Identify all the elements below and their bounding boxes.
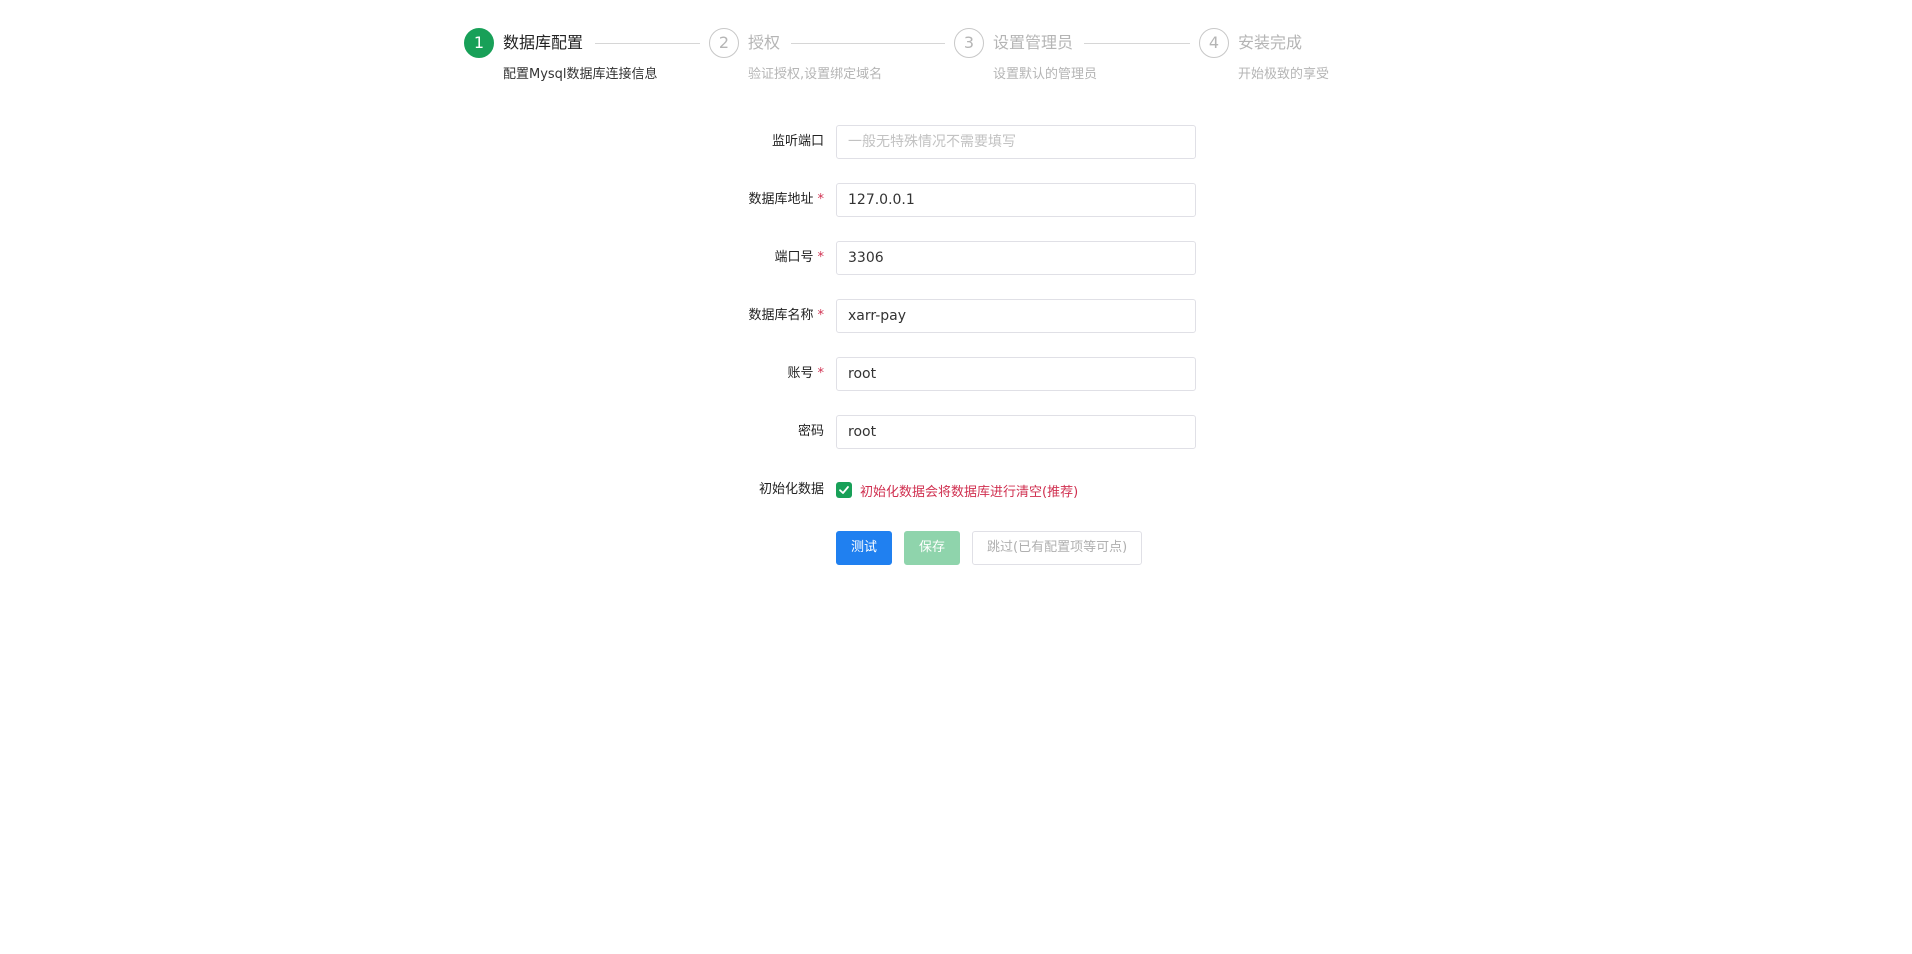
check-icon <box>839 486 849 494</box>
init-data-checkbox-group[interactable]: 初始化数据会将数据库进行清空(推荐) <box>836 473 1078 507</box>
account-label: 账号 * <box>700 357 824 391</box>
label-text: 端口号 <box>774 250 814 265</box>
save-button[interactable]: 保存 <box>904 531 961 565</box>
required-mark: * <box>817 308 825 323</box>
db-name-input[interactable] <box>836 299 1196 333</box>
db-port-input[interactable] <box>836 241 1196 275</box>
label-text: 账号 <box>787 366 814 381</box>
required-mark: * <box>817 366 825 381</box>
step-connector <box>791 43 945 44</box>
step-connector <box>1084 43 1190 44</box>
step-title: 数据库配置 <box>503 33 584 52</box>
skip-button[interactable]: 跳过(已有配置项等可点) <box>972 531 1143 565</box>
listen-port-input[interactable] <box>836 125 1196 159</box>
form-row-password: 密码 <box>700 415 1200 449</box>
step-title: 设置管理员 <box>993 33 1074 52</box>
password-label: 密码 <box>700 415 824 449</box>
label-text: 初始化数据 <box>758 482 824 497</box>
account-input[interactable] <box>836 357 1196 391</box>
test-button[interactable]: 测试 <box>836 531 893 565</box>
step-number: 3 <box>954 28 984 58</box>
step-database-config: 1 数据库配置 配置Mysql数据库连接信息 <box>464 28 708 88</box>
step-description: 设置默认的管理员 <box>993 67 1098 82</box>
form-row-db-port: 端口号 * <box>700 241 1200 275</box>
install-page: 1 数据库配置 配置Mysql数据库连接信息 2 授权 验证授权,设置绑定域名 … <box>0 0 1912 954</box>
listen-port-label: 监听端口 <box>700 125 824 159</box>
required-mark: * <box>817 192 825 207</box>
step-install-complete: 4 安装完成 开始极致的享受 <box>1199 28 1443 88</box>
init-data-label: 初始化数据 <box>700 473 824 507</box>
label-text: 数据库名称 <box>748 308 814 323</box>
form-row-account: 账号 * <box>700 357 1200 391</box>
label-text: 密码 <box>797 424 824 439</box>
init-data-warning-text: 初始化数据会将数据库进行清空(推荐) <box>860 484 1079 500</box>
password-input[interactable] <box>836 415 1196 449</box>
install-steps: 1 数据库配置 配置Mysql数据库连接信息 2 授权 验证授权,设置绑定域名 … <box>464 28 1444 88</box>
db-host-input[interactable] <box>836 183 1196 217</box>
label-text: 监听端口 <box>771 134 824 149</box>
step-description: 配置Mysql数据库连接信息 <box>503 67 658 82</box>
db-name-label: 数据库名称 * <box>700 299 824 333</box>
step-description: 开始极致的享受 <box>1238 67 1330 82</box>
step-number: 1 <box>464 28 494 58</box>
action-buttons: 测试 保存 跳过(已有配置项等可点) <box>836 531 1143 565</box>
form-row-listen-port: 监听端口 <box>700 125 1200 159</box>
step-number: 4 <box>1199 28 1229 58</box>
db-port-label: 端口号 * <box>700 241 824 275</box>
database-config-form: 监听端口 数据库地址* 端口号* 数据库名称* 账号* <box>700 125 1200 589</box>
step-title: 授权 <box>748 33 781 52</box>
step-description: 验证授权,设置绑定域名 <box>748 67 883 82</box>
label-text: 数据库地址 <box>748 192 814 207</box>
step-title: 安装完成 <box>1238 33 1303 52</box>
step-set-admin: 3 设置管理员 设置默认的管理员 <box>954 28 1198 88</box>
init-data-checkbox[interactable] <box>836 482 852 498</box>
required-mark: * <box>817 250 825 265</box>
form-row-db-host: 数据库地址 * <box>700 183 1200 217</box>
db-host-label: 数据库地址 * <box>700 183 824 217</box>
form-row-actions: 测试 保存 跳过(已有配置项等可点) <box>700 531 1200 565</box>
step-connector <box>595 43 700 44</box>
form-row-init-data: 初始化数据 初始化数据会将数据库进行清空(推荐) <box>700 473 1200 507</box>
step-number: 2 <box>709 28 739 58</box>
step-authorize: 2 授权 验证授权,设置绑定域名 <box>709 28 953 88</box>
form-row-db-name: 数据库名称 * <box>700 299 1200 333</box>
